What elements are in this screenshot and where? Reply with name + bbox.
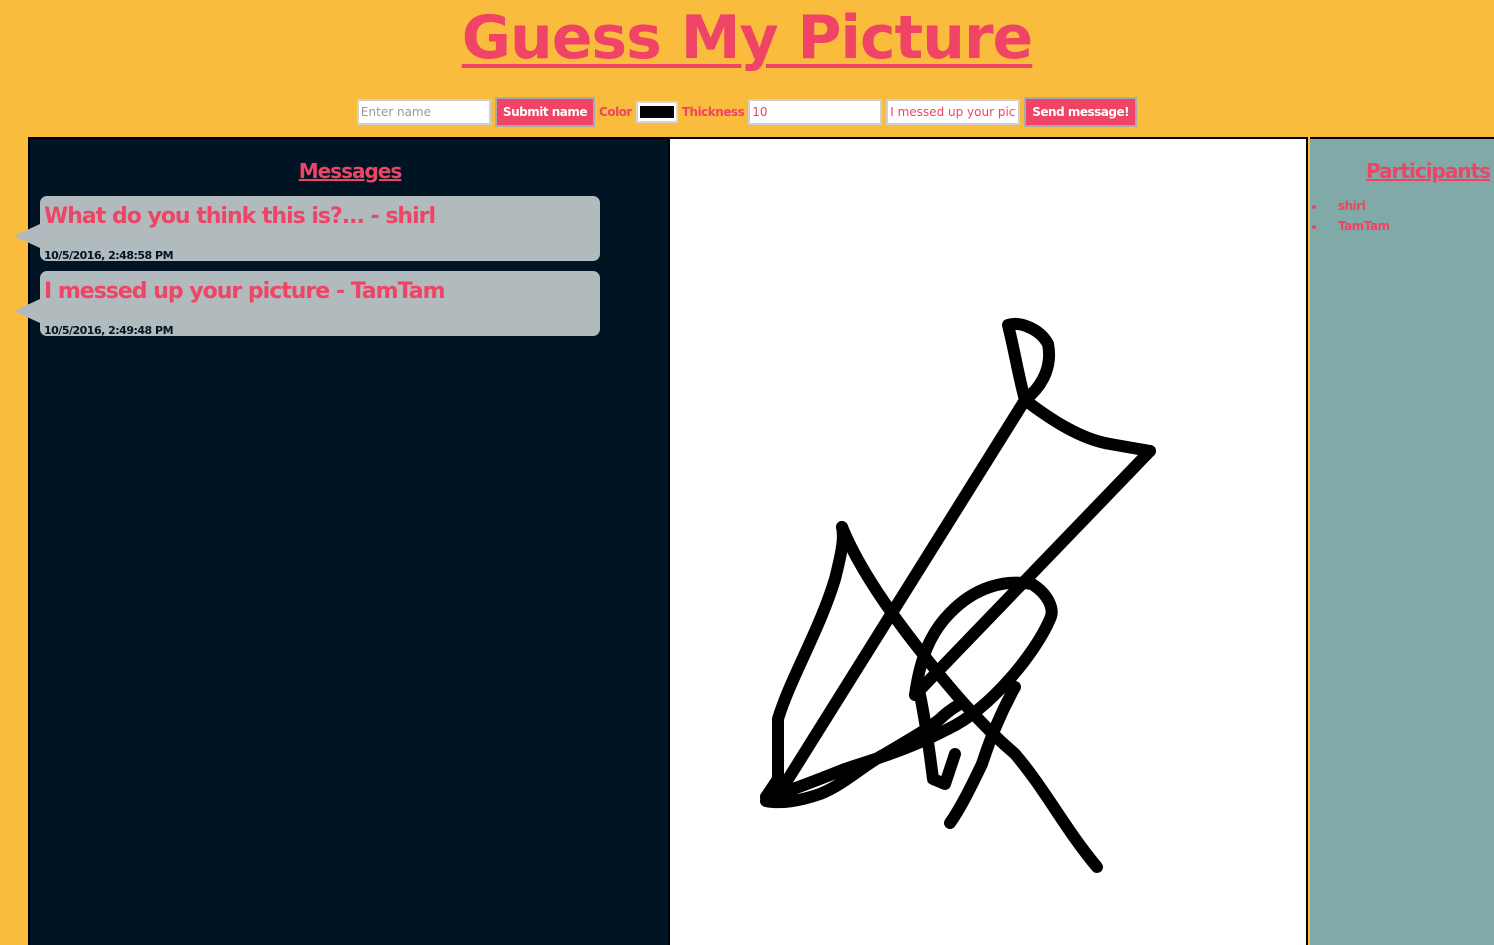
message-text: I messed up your picture - TamTam: [44, 279, 446, 304]
participant-item: shirl: [1310, 199, 1389, 219]
participants-panel: Participants shirl TamTam: [1310, 137, 1494, 945]
thickness-label: Thickness: [681, 105, 745, 119]
participants-heading: Participants: [1365, 159, 1491, 183]
message-text: What do you think this is?... - shirl: [44, 204, 436, 229]
drawing-canvas[interactable]: [668, 137, 1308, 945]
color-label: Color: [599, 105, 632, 119]
participant-item: TamTam: [1310, 219, 1390, 239]
color-picker[interactable]: [635, 101, 678, 123]
drawing-strokes: [760, 318, 1156, 873]
participants-list: shirl TamTam: [1310, 199, 1390, 239]
message-bubble: I messed up your picture - TamTam 10/5/2…: [14, 271, 600, 337]
name-input[interactable]: [356, 99, 491, 125]
submit-name-button[interactable]: Submit name: [494, 97, 596, 127]
message-timestamp: 10/5/2016, 2:49:48 PM: [44, 324, 174, 337]
send-message-button[interactable]: Send message!: [1024, 97, 1138, 127]
messages-panel: Messages What do you think this is?... -…: [14, 137, 670, 945]
message-input[interactable]: [886, 99, 1021, 125]
message-bubble: What do you think this is?... - shirl 10…: [14, 196, 600, 262]
color-swatch-fill: [639, 106, 674, 118]
thickness-input[interactable]: [748, 99, 883, 125]
app-title: Guess My Picture: [461, 3, 1033, 73]
message-timestamp: 10/5/2016, 2:48:58 PM: [44, 249, 174, 262]
messages-heading: Messages: [298, 159, 403, 183]
toolbar: Submit name Color Thickness Send message…: [0, 97, 1494, 127]
